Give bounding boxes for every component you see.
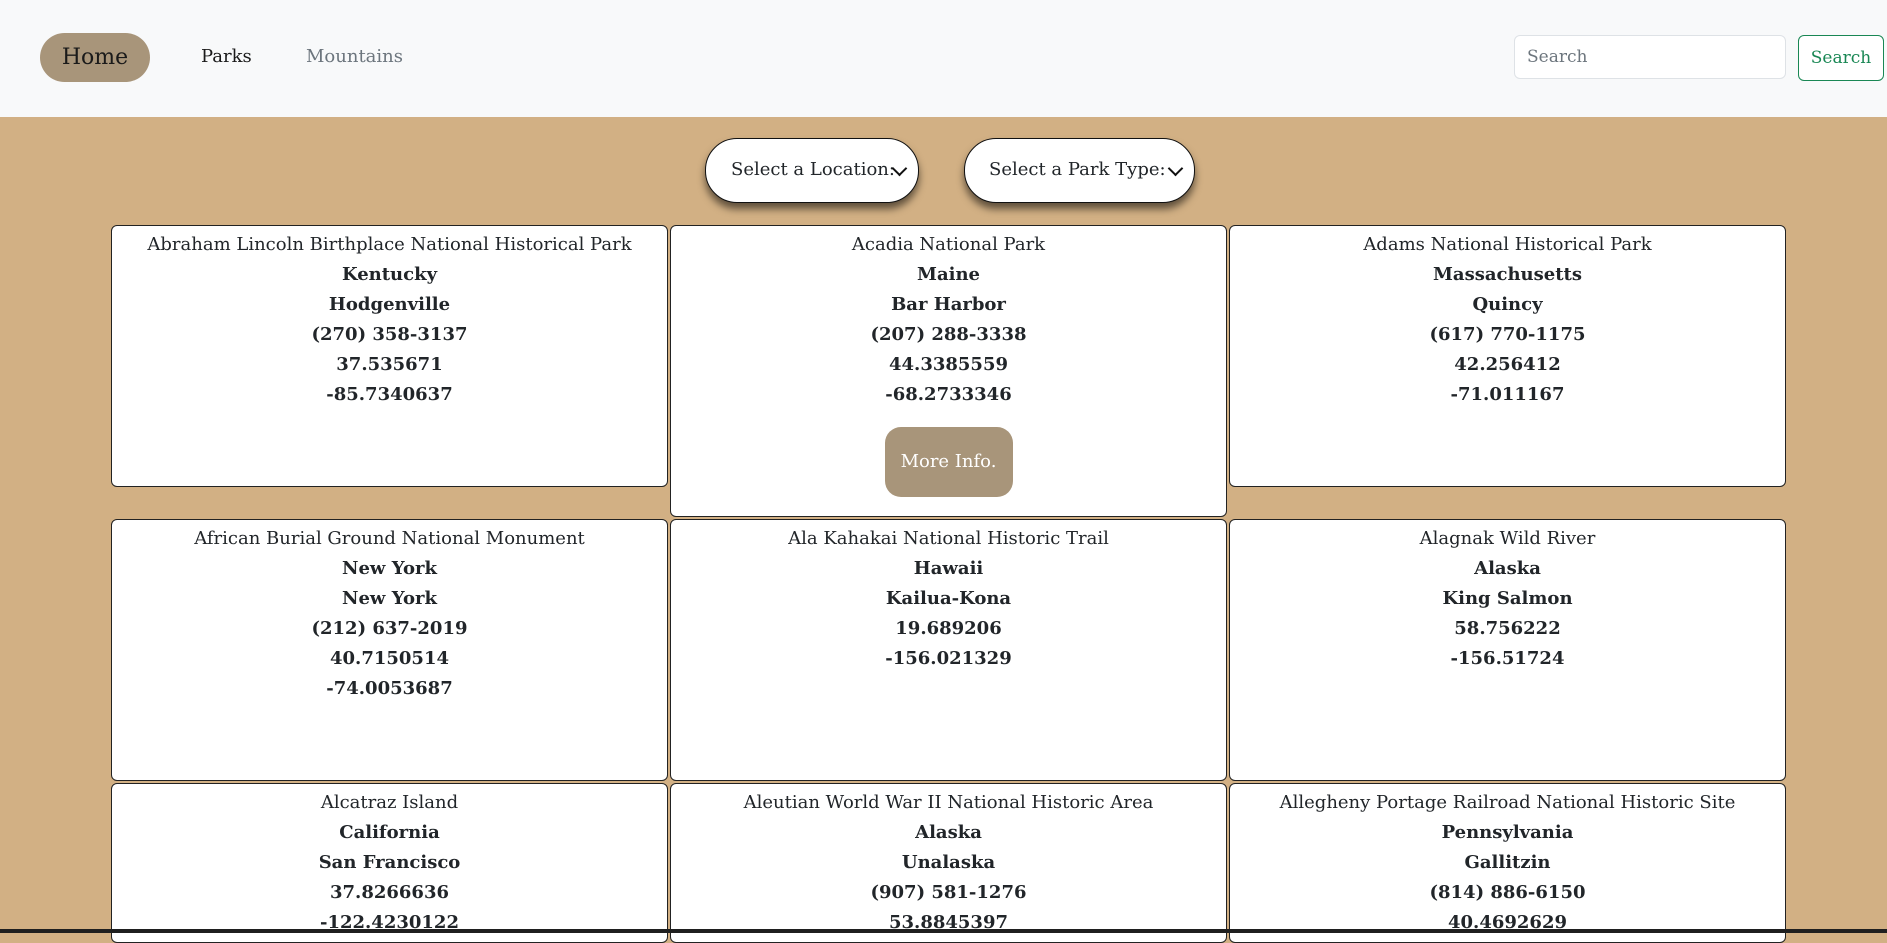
- park-name: Aleutian World War II National Historic …: [743, 792, 1154, 813]
- park-longitude: -156.021329: [885, 648, 1012, 669]
- more-info-button[interactable]: More Info.: [884, 427, 1013, 497]
- park-state: Hawaii: [913, 558, 984, 579]
- park-state: Alaska: [915, 822, 982, 843]
- park-longitude: -68.2733346: [885, 384, 1012, 405]
- park-longitude: -71.011167: [1450, 384, 1565, 405]
- park-latitude: 58.756222: [1454, 618, 1561, 639]
- park-latitude: 37.535671: [336, 354, 443, 375]
- park-state: Kentucky: [341, 264, 438, 285]
- park-name: Ala Kahakai National Historic Trail: [788, 528, 1109, 549]
- horizontal-scrollbar[interactable]: [0, 929, 1887, 933]
- search-input[interactable]: [1514, 35, 1786, 79]
- park-phone: (270) 358-3137: [311, 324, 468, 345]
- park-phone: (207) 288-3338: [870, 324, 1027, 345]
- park-state: California: [339, 822, 440, 843]
- park-card: Aleutian World War II National Historic …: [670, 783, 1227, 943]
- park-type-select[interactable]: Select a Park Type:: [964, 138, 1195, 203]
- park-card: Ala Kahakai National Historic Trail Hawa…: [670, 519, 1227, 781]
- park-city: King Salmon: [1442, 588, 1573, 609]
- park-card: Acadia National Park Maine Bar Harbor (2…: [670, 225, 1227, 517]
- park-latitude: 40.7150514: [330, 648, 449, 669]
- park-latitude: 53.8845397: [889, 912, 1008, 933]
- park-city: New York: [342, 588, 437, 609]
- park-city: Kailua-Kona: [885, 588, 1012, 609]
- park-latitude: 42.256412: [1454, 354, 1561, 375]
- nav-link-parks[interactable]: Parks: [201, 45, 252, 69]
- search-button[interactable]: Search: [1798, 35, 1884, 81]
- park-longitude: -122.4230122: [320, 912, 459, 933]
- park-longitude: -85.7340637: [326, 384, 453, 405]
- park-city: Unalaska: [901, 852, 996, 873]
- park-name: Alagnak Wild River: [1419, 528, 1596, 549]
- park-state: New York: [342, 558, 437, 579]
- park-name: African Burial Ground National Monument: [194, 528, 585, 549]
- park-latitude: 44.3385559: [889, 354, 1008, 375]
- park-longitude: -74.0053687: [326, 678, 453, 699]
- park-name: Allegheny Portage Railroad National Hist…: [1279, 792, 1736, 813]
- home-button[interactable]: Home: [40, 33, 150, 82]
- park-name: Alcatraz Island: [320, 792, 459, 813]
- park-card: Alcatraz Island California San Francisco…: [111, 783, 668, 943]
- park-latitude: 40.4692629: [1448, 912, 1567, 933]
- park-latitude: 37.8266636: [330, 882, 449, 903]
- park-state: Maine: [917, 264, 980, 285]
- park-type-select-label: Select a Park Type:: [989, 159, 1166, 180]
- park-card: Adams National Historical Park Massachus…: [1229, 225, 1786, 487]
- park-city: Hodgenville: [328, 294, 451, 315]
- park-state: Pennsylvania: [1441, 822, 1574, 843]
- park-card: Allegheny Portage Railroad National Hist…: [1229, 783, 1786, 943]
- location-select[interactable]: Select a Location:: [705, 138, 919, 203]
- park-phone: (617) 770-1175: [1429, 324, 1586, 345]
- park-latitude: 19.689206: [895, 618, 1002, 639]
- park-name: Abraham Lincoln Birthplace National Hist…: [147, 234, 632, 255]
- park-city: Bar Harbor: [891, 294, 1006, 315]
- park-card: Abraham Lincoln Birthplace National Hist…: [111, 225, 668, 487]
- park-card: African Burial Ground National Monument …: [111, 519, 668, 781]
- park-city: San Francisco: [318, 852, 461, 873]
- park-longitude: -156.51724: [1450, 648, 1565, 669]
- park-phone: (814) 886-6150: [1429, 882, 1586, 903]
- park-card: Alagnak Wild River Alaska King Salmon 58…: [1229, 519, 1786, 781]
- park-state: Alaska: [1474, 558, 1541, 579]
- park-city: Gallitzin: [1464, 852, 1551, 873]
- park-phone: (212) 637-2019: [311, 618, 468, 639]
- park-state: Massachusetts: [1432, 264, 1582, 285]
- nav-link-mountains[interactable]: Mountains: [306, 45, 403, 69]
- park-city: Quincy: [1472, 294, 1543, 315]
- park-phone: (907) 581-1276: [870, 882, 1027, 903]
- park-name: Adams National Historical Park: [1363, 234, 1652, 255]
- location-select-label: Select a Location:: [731, 159, 895, 180]
- navbar: Home Parks Mountains Search: [0, 0, 1887, 117]
- chevron-down-icon: [1167, 160, 1184, 177]
- park-name: Acadia National Park: [851, 234, 1046, 255]
